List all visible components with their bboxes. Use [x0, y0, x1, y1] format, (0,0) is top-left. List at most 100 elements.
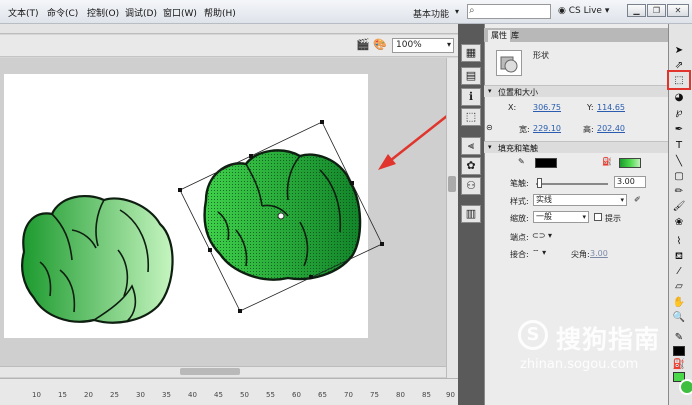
line-tool-icon[interactable]: ╲	[671, 155, 687, 169]
scale-label: 缩放:	[510, 214, 529, 223]
paint-bucket-tool-icon[interactable]: ⛾	[671, 250, 687, 264]
scale-select[interactable]: 一般 ▾	[533, 211, 589, 223]
pencil-icon: ✎	[518, 157, 525, 166]
y-value[interactable]: 114.65	[597, 103, 625, 112]
stroke-style-select[interactable]: 实线 ▾	[533, 194, 627, 206]
tab-properties[interactable]: 属性	[488, 30, 510, 42]
pencil-tool-icon[interactable]: ✏	[671, 185, 687, 199]
3d-rotation-tool-icon[interactable]: ◕	[671, 91, 687, 105]
stroke-width-label: 笔触:	[510, 179, 529, 188]
timeline-ruler[interactable]	[0, 378, 458, 405]
miter-value[interactable]: 3.00	[590, 249, 608, 258]
cap-label: 端点:	[510, 233, 529, 242]
width-label: 宽:	[519, 125, 530, 134]
vertical-scroll-thumb[interactable]	[448, 176, 456, 192]
align-panel-icon[interactable]: ⫷	[461, 137, 481, 155]
stroke-width-slider[interactable]	[536, 183, 608, 185]
hint-checkbox[interactable]	[594, 213, 602, 221]
ruler-tick: 70	[344, 391, 353, 399]
stroke-width-input[interactable]: 3.00	[614, 176, 646, 188]
object-type-label: 形状	[533, 51, 549, 60]
stroke-color-tool-icon[interactable]: ✎	[671, 331, 687, 345]
chevron-down-icon: ▾	[620, 196, 624, 204]
deco-tool-icon[interactable]: ❀	[671, 216, 687, 230]
color-panel-icon[interactable]: ▦	[461, 44, 481, 62]
ruler-tick: 55	[266, 391, 275, 399]
collapse-triangle-icon: ▾	[488, 143, 492, 151]
transform-panel-icon[interactable]: ⬚	[461, 108, 481, 126]
cap-style-icon[interactable]: ⊂⊃ ▾	[532, 231, 552, 240]
motion-presets-icon[interactable]: ⚇	[461, 177, 481, 195]
hint-label: 提示	[605, 214, 621, 223]
selection-tool-icon[interactable]: ➤	[671, 44, 687, 58]
join-label: 接合:	[510, 250, 529, 259]
paint-bucket-icon: ⛽	[602, 157, 612, 166]
lock-proportions-icon[interactable]: ⊝	[486, 123, 493, 132]
watermark-title: 搜狗指南	[556, 325, 661, 354]
ruler-tick: 20	[84, 391, 93, 399]
section-position-size[interactable]: ▾ 位置和大小	[484, 85, 668, 97]
sogou-logo-icon: S	[518, 320, 548, 350]
stroke-color-chip[interactable]	[673, 346, 685, 356]
status-bubble-icon	[679, 379, 692, 395]
miter-label: 尖角:	[571, 250, 590, 259]
ruler-tick: 90	[446, 391, 455, 399]
zoom-tool-icon[interactable]: 🔍	[671, 311, 687, 325]
cabbage-shape-left[interactable]	[21, 194, 174, 324]
hand-tool-icon[interactable]: ✋	[671, 296, 687, 310]
y-label: Y:	[587, 103, 594, 112]
ruler-tick: 35	[162, 391, 171, 399]
section-fill-stroke[interactable]: ▾ 填充和笔触	[484, 141, 668, 153]
fill-color-swatch[interactable]	[619, 158, 641, 168]
tool-highlight-box	[667, 70, 691, 90]
height-label: 高:	[583, 125, 594, 134]
edit-stroke-style-icon[interactable]: ✐	[634, 195, 641, 204]
horizontal-scroll-thumb[interactable]	[180, 368, 240, 375]
swatches-panel-icon[interactable]: ▤	[461, 67, 481, 85]
ruler-tick: 75	[370, 391, 379, 399]
ruler-tick: 10	[32, 391, 41, 399]
stroke-color-swatch[interactable]	[535, 158, 557, 168]
ruler-tick: 40	[188, 391, 197, 399]
collapse-triangle-icon: ▾	[488, 87, 492, 95]
fill-color-tool-icon[interactable]: ⛽	[671, 358, 687, 372]
ruler-tick: 25	[110, 391, 119, 399]
flash-window: 文本(T) 命令(C) 控制(O) 调试(D) 窗口(W) 帮助(H) 基本功能…	[0, 0, 692, 405]
bone-tool-icon[interactable]: ⌇	[671, 235, 687, 249]
components-panel-icon[interactable]: ✿	[461, 157, 481, 175]
watermark-url: zhinan.sogou.com	[520, 357, 639, 372]
ruler-tick: 80	[396, 391, 405, 399]
shape-type-icon	[496, 50, 522, 76]
brush-tool-icon[interactable]: 🖌	[671, 200, 687, 214]
width-value[interactable]: 229.10	[533, 124, 561, 133]
ruler-tick: 65	[318, 391, 327, 399]
scale-value: 一般	[536, 212, 552, 221]
stroke-width-knob[interactable]	[537, 178, 542, 188]
pen-tool-icon[interactable]: ✒	[671, 123, 687, 137]
annotation-arrow-left	[378, 111, 453, 170]
eyedropper-tool-icon[interactable]: ⁄	[671, 265, 687, 279]
ruler-tick: 50	[240, 391, 249, 399]
ruler-tick: 30	[136, 391, 145, 399]
tab-library[interactable]: 库	[508, 30, 522, 41]
section-position-label: 位置和大小	[498, 88, 538, 97]
section-fill-label: 填充和笔触	[498, 144, 538, 153]
rectangle-tool-icon[interactable]: ▢	[671, 170, 687, 184]
lasso-tool-icon[interactable]: ℘	[671, 106, 687, 120]
ruler-tick: 45	[214, 391, 223, 399]
history-panel-icon[interactable]: ▥	[461, 205, 481, 223]
text-tool-icon[interactable]: T	[671, 139, 687, 153]
height-value[interactable]: 202.40	[597, 124, 625, 133]
x-value[interactable]: 306.75	[533, 103, 561, 112]
info-panel-icon[interactable]: ℹ	[461, 88, 481, 106]
stroke-style-value: 实线	[536, 195, 552, 204]
join-style-icon[interactable]: ⌔ ▾	[532, 248, 546, 258]
ruler-tick: 15	[58, 391, 67, 399]
ruler-tick: 85	[422, 391, 431, 399]
ruler-tick: 60	[292, 391, 301, 399]
style-label: 样式:	[510, 197, 529, 206]
eraser-tool-icon[interactable]: ▱	[671, 280, 687, 294]
chevron-down-icon: ▾	[582, 213, 586, 221]
x-label: X:	[508, 103, 517, 112]
vertical-scrollbar[interactable]	[446, 58, 458, 389]
